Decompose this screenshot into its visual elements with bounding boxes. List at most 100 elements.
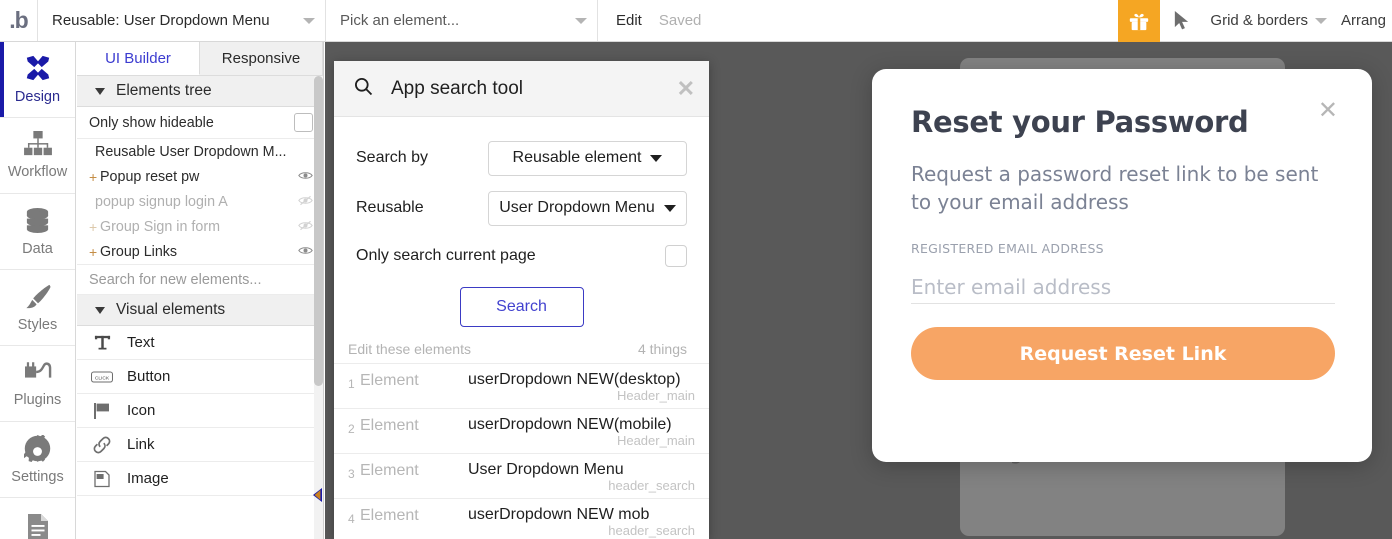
- top-bar: .b Reusable: User Dropdown Menu Pick an …: [0, 0, 1392, 42]
- result-type: Element: [360, 372, 419, 389]
- sidebar-item-styles[interactable]: Styles: [0, 270, 75, 346]
- tree-item-popup-reset-pw[interactable]: + Popup reset pw: [77, 164, 323, 189]
- tree-item-label: Group Sign in form: [100, 218, 220, 235]
- panel-scrollbar-thumb[interactable]: [314, 76, 323, 386]
- visual-element-label: Text: [127, 334, 155, 351]
- sidebar-item-data[interactable]: Data: [0, 194, 75, 270]
- result-type: Element: [360, 462, 419, 479]
- page-selector-label: Reusable: User Dropdown Menu: [52, 12, 270, 29]
- request-reset-link-button[interactable]: Request Reset Link: [911, 327, 1335, 381]
- only-show-hideable-checkbox[interactable]: [294, 113, 313, 132]
- tree-item-label: Reusable User Dropdown M...: [95, 143, 287, 160]
- design-canvas[interactable]: Sign out App search tool ✕ Search by: [325, 42, 1392, 539]
- elements-tree-header[interactable]: Elements tree: [77, 76, 323, 107]
- tree-item-reusable-root[interactable]: Reusable User Dropdown M...: [77, 139, 323, 164]
- sidebar-item-workflow[interactable]: Workflow: [0, 118, 75, 194]
- search-button[interactable]: Search: [459, 287, 584, 327]
- svg-text:CLICK: CLICK: [95, 375, 110, 381]
- visual-element-label: Icon: [127, 402, 156, 419]
- logs-document-icon: [26, 513, 50, 539]
- panel-scrollbar[interactable]: [314, 76, 323, 539]
- search-by-select[interactable]: Reusable element: [488, 140, 687, 176]
- sidebar-item-plugins-label: Plugins: [13, 392, 62, 408]
- tree-item-label: Popup reset pw: [100, 168, 200, 185]
- sidebar-item-logs[interactable]: [0, 498, 75, 539]
- expand-plus-icon[interactable]: +: [89, 245, 98, 259]
- result-row[interactable]: 2 Element userDropdown NEW(mobile) Heade…: [334, 408, 709, 453]
- eye-hidden-icon[interactable]: [298, 194, 313, 210]
- image-icon: [91, 470, 113, 488]
- elements-tree-header-label: Elements tree: [116, 82, 212, 99]
- result-row[interactable]: 3 Element User Dropdown Menu header_sear…: [334, 453, 709, 498]
- gear-icon: [23, 433, 51, 465]
- tree-item-group-links[interactable]: + Group Links: [77, 239, 323, 264]
- grid-borders-label: Grid & borders: [1210, 12, 1308, 29]
- arrange-menu[interactable]: Arrang: [1333, 12, 1392, 29]
- only-show-hideable-label: Only show hideable: [89, 114, 214, 131]
- reusable-row: Reusable User Dropdown Menu: [356, 183, 687, 233]
- cursor-arrow-icon[interactable]: [1160, 0, 1202, 41]
- visual-element-label: Image: [127, 470, 169, 487]
- sidebar-item-workflow-label: Workflow: [7, 164, 68, 180]
- reusable-value: User Dropdown Menu: [499, 199, 655, 216]
- gift-icon[interactable]: [1118, 0, 1161, 42]
- bubble-editor-window: .b Reusable: User Dropdown Menu Pick an …: [0, 0, 1392, 539]
- tree-item-label: popup signup login A: [95, 193, 228, 210]
- database-icon: [24, 207, 51, 237]
- eye-visible-icon[interactable]: [298, 169, 313, 185]
- link-chain-icon: [91, 436, 113, 454]
- paintbrush-icon: [23, 283, 53, 313]
- search-by-label: Search by: [356, 149, 429, 166]
- tree-item-popup-signup-login-a[interactable]: popup signup login A: [77, 189, 323, 214]
- visual-element-icon[interactable]: Icon: [77, 394, 323, 428]
- result-name: userDropdown NEW mob: [468, 506, 650, 523]
- result-row[interactable]: 4 Element userDropdown NEW mob header_se…: [334, 498, 709, 539]
- only-search-current-page-row[interactable]: Only search current page: [356, 233, 687, 279]
- top-bar-right: Grid & borders Arrang: [1118, 0, 1392, 42]
- close-x-icon[interactable]: ✕: [1318, 98, 1338, 122]
- only-show-hideable-row[interactable]: Only show hideable: [77, 107, 323, 139]
- sidebar-item-settings[interactable]: Settings: [0, 422, 75, 498]
- result-parent: Header_main: [616, 433, 695, 448]
- eye-visible-icon[interactable]: [298, 244, 313, 260]
- app-search-tool-body: Search by Reusable element Reusable User…: [334, 117, 709, 327]
- results-header-left: Edit these elements: [348, 341, 471, 357]
- sidebar-item-design-label: Design: [14, 89, 61, 105]
- bubble-logo[interactable]: .b: [0, 0, 38, 41]
- reusable-label: Reusable: [356, 199, 424, 216]
- only-search-current-page-checkbox[interactable]: [665, 245, 687, 267]
- tab-responsive[interactable]: Responsive: [200, 42, 323, 75]
- grid-borders-menu[interactable]: Grid & borders: [1202, 12, 1333, 29]
- result-index: 3: [348, 467, 355, 481]
- page-selector[interactable]: Reusable: User Dropdown Menu: [38, 0, 326, 41]
- visual-elements-header[interactable]: Visual elements: [77, 295, 323, 326]
- visual-element-image[interactable]: Image: [77, 462, 323, 496]
- sidebar-item-plugins[interactable]: Plugins: [0, 346, 75, 422]
- tab-ui-builder[interactable]: UI Builder: [77, 42, 200, 75]
- visual-element-button[interactable]: CLICK Button: [77, 360, 323, 394]
- panel-tabs: UI Builder Responsive: [77, 42, 323, 76]
- sidebar-item-design[interactable]: Design: [0, 42, 75, 118]
- edit-menu[interactable]: Edit: [598, 12, 642, 29]
- elements-panel: UI Builder Responsive Elements tree Only…: [77, 42, 324, 539]
- element-picker[interactable]: Pick an element...: [326, 0, 598, 41]
- tree-item-group-sign-in-form[interactable]: + Group Sign in form: [77, 214, 323, 239]
- email-field[interactable]: [911, 270, 1335, 305]
- only-search-current-page-label: Only search current page: [356, 247, 536, 264]
- visual-element-text[interactable]: Text: [77, 326, 323, 360]
- eye-hidden-icon[interactable]: [298, 219, 313, 235]
- search-for-new-elements-input[interactable]: Search for new elements...: [77, 264, 323, 295]
- workflow-icon: [23, 131, 53, 160]
- result-parent: header_search: [608, 523, 695, 538]
- expand-plus-icon[interactable]: +: [89, 220, 98, 234]
- result-type: Element: [360, 507, 419, 524]
- reusable-select[interactable]: User Dropdown Menu: [488, 190, 687, 226]
- visual-element-link[interactable]: Link: [77, 428, 323, 462]
- modal-title: Reset your Password: [911, 105, 1249, 139]
- chevron-down-icon: [303, 17, 315, 24]
- result-row[interactable]: 1 Element userDropdown NEW(desktop) Head…: [334, 363, 709, 408]
- result-name: userDropdown NEW(desktop): [468, 371, 681, 388]
- expand-plus-icon[interactable]: +: [89, 170, 98, 184]
- close-x-icon[interactable]: ✕: [677, 77, 695, 100]
- collapse-panel-arrow-icon[interactable]: [310, 486, 324, 504]
